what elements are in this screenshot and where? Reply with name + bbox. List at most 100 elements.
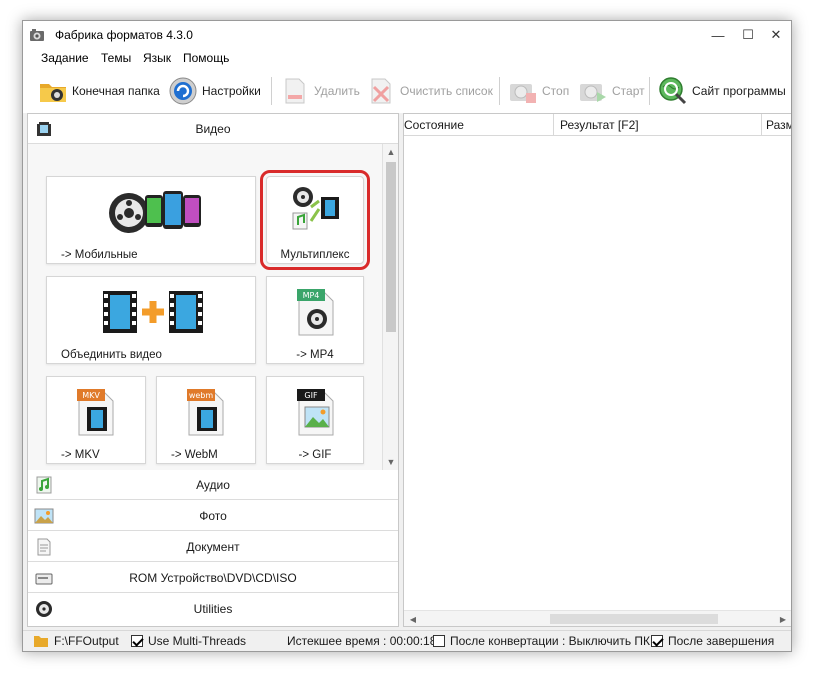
- category-rom[interactable]: ROM Устройство\DVD\CD\ISO: [28, 563, 398, 593]
- mkv-badge-text: MKV: [82, 391, 100, 400]
- minimize-button[interactable]: —: [703, 21, 733, 49]
- tile-mkv[interactable]: MKV -> MKV: [46, 376, 146, 464]
- gif-file-icon: GIF: [297, 389, 334, 436]
- tile-mp4[interactable]: MP4 -> MP4: [266, 276, 364, 364]
- column-result-label: Результат [F2]: [560, 118, 639, 132]
- after-convert-checkbox-box[interactable]: [433, 635, 445, 647]
- after-finish-checkbox-box[interactable]: [651, 635, 663, 647]
- multithreads-label: Use Multi-Threads: [148, 634, 247, 648]
- category-photo[interactable]: Фото: [28, 501, 398, 531]
- window-title: Фабрика форматов 4.3.0: [55, 28, 193, 42]
- clear-list-label: Очистить список: [400, 84, 493, 98]
- category-document-label: Документ: [186, 539, 240, 554]
- tile-mp4-label: -> MP4: [296, 349, 334, 361]
- elapsed-time-text: Истекшее время : 00:00:18: [287, 634, 437, 648]
- tile-webm-label: -> WebM: [171, 449, 218, 461]
- mp4-badge-text: MP4: [303, 291, 320, 300]
- scroll-left-arrow-icon[interactable]: ◀: [406, 611, 420, 627]
- tiles-scrollbar[interactable]: ▲ ▼: [382, 144, 398, 470]
- settings-gear-icon: [169, 77, 197, 105]
- toolbar-separator: [271, 77, 272, 105]
- tile-gif-label: -> GIF: [298, 449, 332, 461]
- toolbar: Конечная папка Настройки Удалить Очистит…: [23, 69, 791, 113]
- tile-mkv-label: -> MKV: [61, 449, 100, 461]
- column-result[interactable]: Результат [F2]: [554, 114, 762, 136]
- multiplex-icon: [292, 187, 339, 230]
- category-audio-label: Аудио: [196, 477, 230, 492]
- output-path[interactable]: F:\FFOutput: [33, 634, 119, 648]
- menu-language[interactable]: Язык: [143, 51, 171, 65]
- start-button[interactable]: Старт: [577, 73, 645, 109]
- close-button[interactable]: ✕: [761, 21, 791, 49]
- tile-join-video[interactable]: Объединить видео: [46, 276, 256, 364]
- close-icon: ✕: [770, 27, 782, 42]
- video-tiles-grid: -> Мобильные Мультиплекс Объединить виде…: [28, 144, 382, 470]
- settings-button[interactable]: Настройки: [167, 73, 261, 109]
- scrollbar-thumb[interactable]: [386, 162, 396, 332]
- delete-document-icon: [285, 78, 305, 104]
- category-rom-label: ROM Устройство\DVD\CD\ISO: [129, 570, 297, 585]
- category-audio[interactable]: Аудио: [28, 470, 398, 500]
- toolbar-separator: [499, 77, 500, 105]
- multithreads-checkbox-box[interactable]: [131, 635, 143, 647]
- after-convert-checkbox[interactable]: После конвертации : Выключить ПК: [433, 634, 650, 648]
- output-path-text: F:\FFOutput: [54, 634, 119, 648]
- clear-list-button[interactable]: Очистить список: [365, 73, 493, 109]
- stop-button[interactable]: Стоп: [507, 73, 569, 109]
- after-finish-checkbox[interactable]: После завершения: [651, 634, 774, 648]
- after-finish-label: После завершения: [668, 634, 775, 648]
- tile-mobile[interactable]: -> Мобильные: [46, 176, 256, 264]
- maximize-button[interactable]: ☐: [733, 21, 763, 49]
- webm-badge-text: webm: [189, 391, 214, 400]
- menu-help[interactable]: Помощь: [183, 51, 229, 65]
- scroll-right-arrow-icon[interactable]: ▶: [776, 611, 790, 627]
- output-folder-button[interactable]: Конечная папка: [37, 73, 160, 109]
- app-logo-icon: [30, 29, 44, 41]
- after-convert-label: После конвертации : Выключить ПК: [450, 634, 651, 648]
- category-photo-label: Фото: [199, 508, 227, 523]
- delete-button[interactable]: Удалить: [279, 73, 360, 109]
- photo-image-icon: [34, 508, 54, 524]
- video-film-icon: [37, 122, 51, 136]
- category-utilities-label: Utilities: [193, 602, 233, 616]
- stop-icon: [510, 84, 536, 103]
- scroll-down-arrow-icon[interactable]: ▼: [383, 454, 399, 470]
- tile-gif[interactable]: GIF -> GIF: [266, 376, 364, 464]
- menu-themes[interactable]: Темы: [101, 51, 131, 65]
- column-size[interactable]: Разм: [762, 114, 792, 136]
- clear-list-icon: [371, 78, 391, 104]
- category-document[interactable]: Документ: [28, 532, 398, 562]
- status-bar: F:\FFOutput Use Multi-Threads Истекшее в…: [23, 630, 791, 651]
- column-status-label: Состояние: [404, 118, 464, 132]
- start-icon: [580, 84, 606, 102]
- hscrollbar-thumb[interactable]: [550, 614, 718, 624]
- task-list: Состояние Результат [F2] Разм ◀ ▶: [403, 113, 792, 627]
- toolbar-separator: [649, 77, 650, 105]
- elapsed-time: Истекшее время : 00:00:18: [287, 634, 436, 648]
- webm-file-icon: webm: [187, 389, 224, 436]
- folder-small-icon: [34, 636, 48, 647]
- tile-webm[interactable]: webm -> WebM: [156, 376, 256, 464]
- tile-multiplex[interactable]: Мультиплекс: [260, 170, 370, 270]
- maximize-icon: ☐: [742, 27, 754, 42]
- folder-icon: [40, 84, 66, 102]
- website-label: Сайт программы: [692, 84, 786, 98]
- column-status[interactable]: Состояние: [404, 114, 554, 136]
- column-size-label: Разм: [766, 118, 792, 132]
- delete-label: Удалить: [314, 84, 360, 98]
- menu-bar: Задание Темы Язык Помощь: [23, 49, 791, 69]
- multithreads-checkbox[interactable]: Use Multi-Threads: [131, 634, 246, 648]
- menu-task[interactable]: Задание: [41, 51, 89, 65]
- scroll-up-arrow-icon[interactable]: ▲: [383, 144, 399, 160]
- start-label: Старт: [612, 84, 645, 98]
- minimize-icon: —: [711, 27, 725, 43]
- category-utilities[interactable]: Utilities: [28, 594, 398, 624]
- mp4-file-icon: MP4: [297, 289, 334, 336]
- category-video[interactable]: Видео: [28, 114, 398, 144]
- globe-search-icon: [659, 77, 687, 105]
- tile-mobile-label: -> Мобильные: [61, 249, 138, 261]
- utilities-reel-icon: [36, 601, 52, 617]
- audio-note-icon: [36, 476, 52, 494]
- task-list-hscrollbar[interactable]: ◀ ▶: [404, 610, 791, 627]
- website-button[interactable]: Сайт программы: [657, 73, 786, 109]
